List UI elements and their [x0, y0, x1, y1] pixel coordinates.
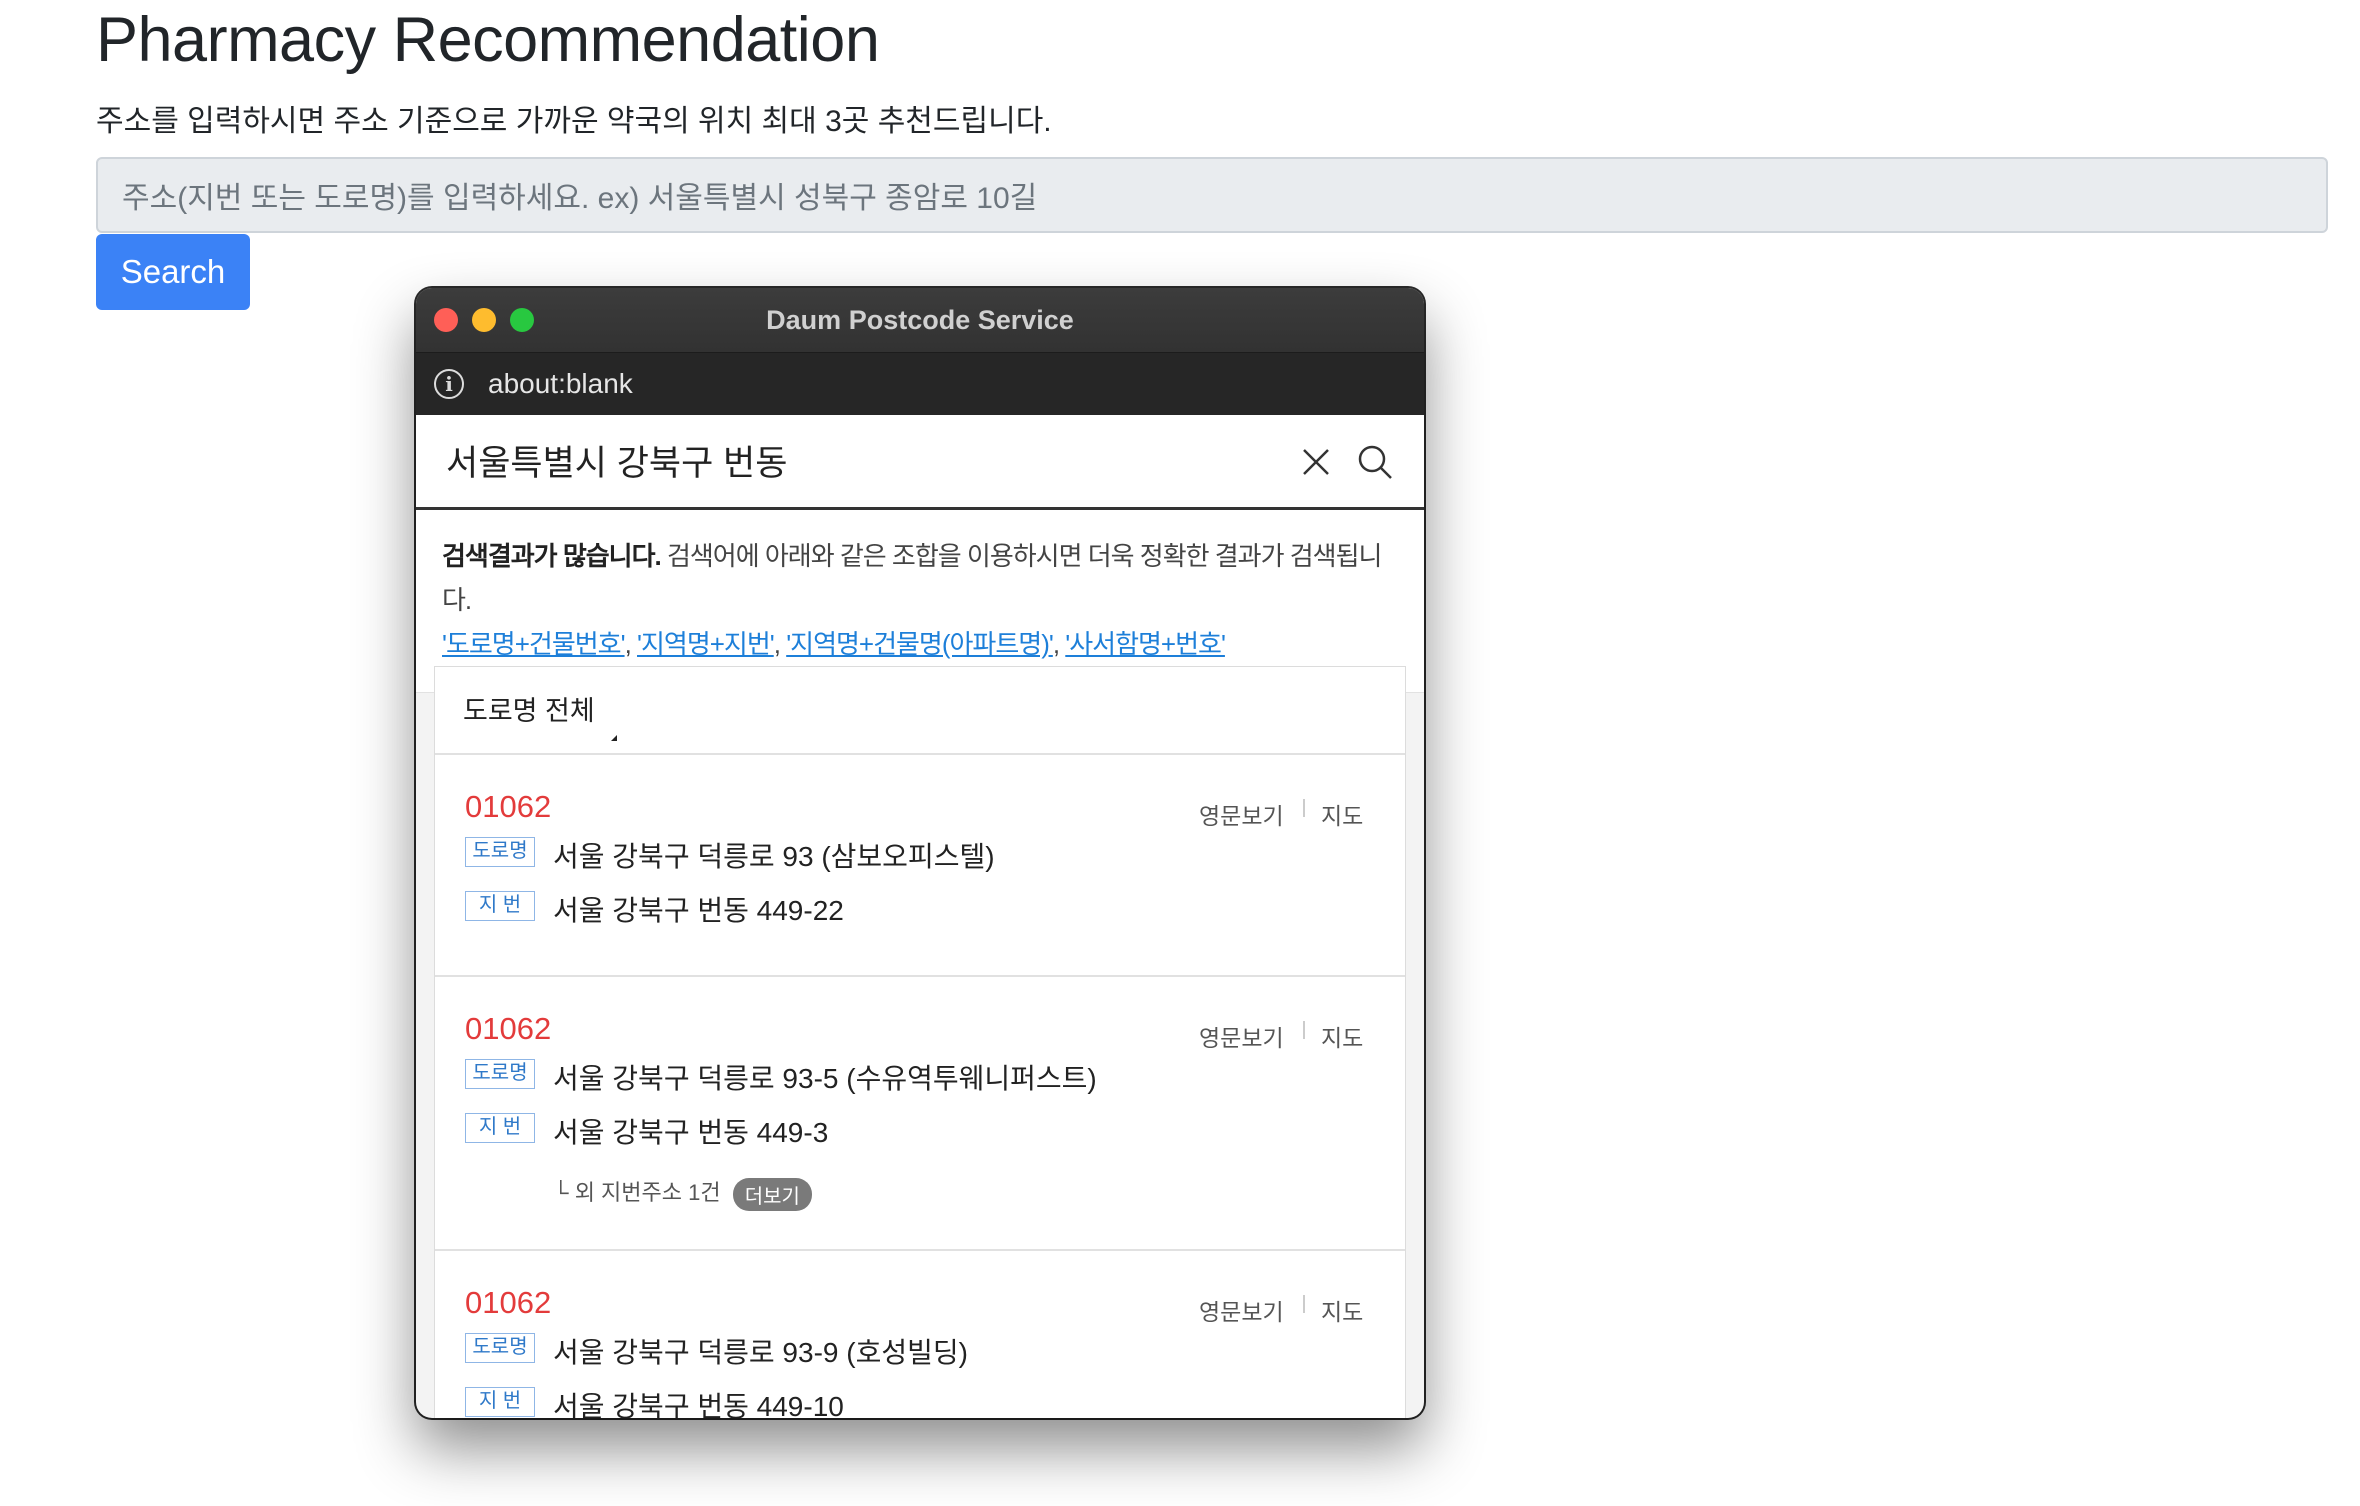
zip-code[interactable]: 01062 [465, 1011, 551, 1047]
popup-window-title: Daum Postcode Service [766, 305, 1074, 335]
popup-url-bar: i about:blank [416, 353, 1424, 415]
zip-code[interactable]: 01062 [465, 789, 551, 825]
jibun-address[interactable]: 서울 강북구 번동 449-22 [553, 889, 844, 929]
search-button[interactable]: Search [96, 234, 250, 310]
close-icon[interactable] [1300, 446, 1332, 478]
jibun-badge: 지 번 [465, 891, 535, 921]
extra-jibun-text: └ 외 지번주소 1건 [553, 1180, 721, 1205]
jibun-address[interactable]: 서울 강북구 번동 449-10 [553, 1385, 844, 1418]
popup-titlebar[interactable]: Daum Postcode Service [416, 288, 1424, 353]
map-link[interactable]: 지도 [1321, 1293, 1363, 1327]
result-item[interactable]: 01062 영문보기 지도 도로명 서울 강북구 덕릉로 93 (삼보오피스텔)… [435, 755, 1405, 977]
result-item[interactable]: 01062 영문보기 지도 도로명 서울 강북구 덕릉로 93-5 (수유역투웨… [435, 977, 1405, 1251]
english-view-link[interactable]: 영문보기 [1199, 1293, 1284, 1327]
results-list: 도로명 전체 01062 영문보기 지도 도로명 서울 강북구 덕릉로 93 (… [434, 666, 1406, 1418]
postcode-query[interactable]: 서울특별시 강북구 번동 [446, 435, 787, 486]
jibun-badge: 지 번 [465, 1113, 535, 1143]
tip-link-road[interactable]: '도로명+건물번호' [442, 629, 626, 659]
english-view-link[interactable]: 영문보기 [1199, 797, 1284, 831]
postcode-popup-window: Daum Postcode Service i about:blank 서울특별… [416, 288, 1424, 1418]
popup-url: about:blank [488, 368, 633, 399]
more-button[interactable]: 더보기 [732, 1177, 812, 1211]
road-address[interactable]: 서울 강북구 덕릉로 93-9 (호성빌딩) [553, 1331, 968, 1371]
jibun-badge: 지 번 [465, 1387, 535, 1417]
map-link[interactable]: 지도 [1321, 1019, 1363, 1053]
road-badge: 도로명 [465, 1059, 535, 1089]
english-view-link[interactable]: 영문보기 [1199, 1019, 1284, 1053]
divider [1303, 799, 1305, 817]
address-input[interactable]: 주소(지번 또는 도로명)를 입력하세요. ex) 서울특별시 성북구 종암로 … [96, 157, 2328, 233]
page-description: 주소를 입력하시면 주소 기준으로 가까운 약국의 위치 최대 3곳 추천드립니… [96, 105, 1052, 138]
road-badge: 도로명 [465, 837, 535, 867]
road-address[interactable]: 서울 강북구 덕릉로 93-5 (수유역투웨니퍼스트) [553, 1057, 1097, 1097]
divider [1303, 1021, 1305, 1039]
postcode-search-box[interactable]: 서울특별시 강북구 번동 [416, 415, 1424, 510]
search-icon[interactable] [1356, 443, 1394, 481]
address-placeholder: 주소(지번 또는 도로명)를 입력하세요. ex) 서울특별시 성북구 종암로 … [122, 182, 1038, 215]
info-icon[interactable]: i [434, 369, 464, 399]
road-filter-dropdown[interactable]: 도로명 전체 [435, 667, 1405, 755]
road-badge: 도로명 [465, 1333, 535, 1363]
page-title: Pharmacy Recommendation [96, 5, 880, 75]
result-item[interactable]: 01062 영문보기 지도 도로명 서울 강북구 덕릉로 93-9 (호성빌딩)… [435, 1251, 1405, 1418]
extra-jibun-info: └ 외 지번주소 1건 더보기 [553, 1175, 812, 1211]
jibun-address[interactable]: 서울 강북구 번동 449-3 [553, 1111, 828, 1151]
notice-bold: 검색결과가 많습니다. [442, 541, 662, 571]
map-link[interactable]: 지도 [1321, 797, 1363, 831]
tip-link-pobox[interactable]: '사서함명+번호' [1065, 629, 1226, 659]
tip-link-jibun[interactable]: '지역명+지번' [637, 629, 775, 659]
divider [1303, 1295, 1305, 1313]
zip-code[interactable]: 01062 [465, 1285, 551, 1321]
road-address[interactable]: 서울 강북구 덕릉로 93 (삼보오피스텔) [553, 835, 995, 875]
dropdown-caret-icon [611, 735, 617, 741]
filter-label: 도로명 전체 [463, 696, 595, 726]
tip-link-building[interactable]: '지역명+건물명(아파트명)' [786, 629, 1054, 659]
